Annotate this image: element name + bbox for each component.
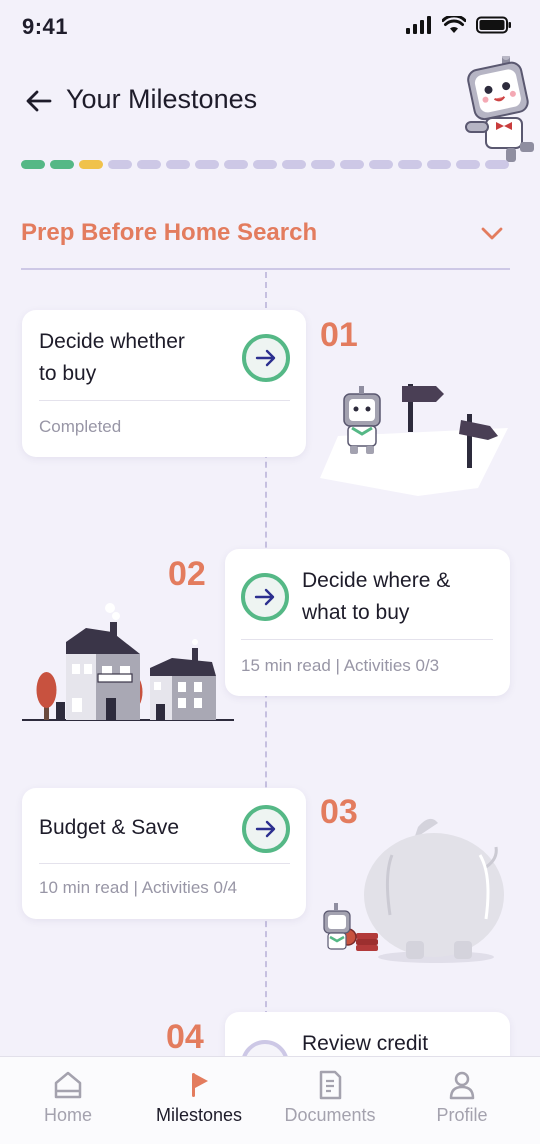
robot-mascot-icon: [465, 56, 534, 162]
status-time: 9:41: [22, 14, 69, 39]
milestone-meta: 10 min read | Activities 0/4: [39, 878, 238, 897]
nav-item-home[interactable]: Home: [3, 1057, 133, 1144]
milestone-number: 01: [320, 316, 358, 354]
milestone-title: Decide whether to buy: [39, 330, 185, 385]
milestone-title: Decide where & what to buy: [302, 569, 451, 624]
progress-segment: [427, 160, 451, 169]
milestone-arrow-button[interactable]: [241, 573, 289, 621]
milestone-title: Budget & Save: [39, 816, 180, 839]
houses-illustration-icon: [22, 603, 234, 721]
document-icon: [319, 1070, 342, 1100]
card-divider: [39, 400, 290, 401]
progress-segment: [79, 160, 103, 169]
nav-label: Documents: [284, 1105, 376, 1125]
progress-segment: [398, 160, 422, 169]
nav-item-milestones[interactable]: Milestones: [134, 1057, 264, 1144]
milestone-progress-bar: [21, 160, 509, 169]
section-header[interactable]: Prep Before Home Search: [21, 210, 510, 270]
milestone-arrow-button[interactable]: [242, 805, 290, 853]
status-icons: [406, 16, 512, 34]
home-icon: [54, 1071, 82, 1099]
milestone-card-1[interactable]: Decide whether to buy Completed: [22, 310, 306, 457]
milestone-arrow-button[interactable]: [242, 334, 290, 382]
chevron-down-icon[interactable]: [478, 220, 506, 248]
milestone-number: 04: [166, 1018, 204, 1056]
wifi-icon: [442, 16, 466, 33]
milestone-number: 02: [168, 555, 206, 593]
progress-segment: [166, 160, 190, 169]
milestone-card-2[interactable]: Decide where & what to buy 15 min read |…: [225, 549, 510, 696]
milestone-card-3[interactable]: Budget & Save 10 min read | Activities 0…: [22, 788, 306, 919]
progress-segment: [108, 160, 132, 169]
profile-icon: [449, 1071, 475, 1100]
progress-segment: [195, 160, 219, 169]
progress-segment: [282, 160, 306, 169]
back-arrow-icon[interactable]: [24, 86, 54, 116]
progress-segment: [137, 160, 161, 169]
nav-label: Profile: [436, 1105, 488, 1125]
milestone-meta: Completed: [39, 417, 122, 436]
header: Your Milestones: [0, 56, 540, 162]
progress-segment: [485, 160, 509, 169]
battery-icon: [476, 16, 511, 34]
nav-item-documents[interactable]: Documents: [265, 1057, 395, 1144]
progress-segment: [21, 160, 45, 169]
flag-icon: [192, 1073, 208, 1097]
piggy-bank-illustration-icon: [323, 818, 504, 963]
nav-label: Milestones: [155, 1105, 243, 1125]
progress-segment: [50, 160, 74, 169]
nav-label: Home: [43, 1105, 92, 1125]
status-bar: 9:41: [0, 0, 540, 56]
arrow-right-icon: [254, 588, 275, 606]
signpost-illustration-icon: [320, 384, 508, 496]
section-title: Prep Before Home Search: [21, 219, 318, 246]
card-divider: [39, 863, 290, 864]
progress-segment: [253, 160, 277, 169]
progress-segment: [311, 160, 335, 169]
milestone-meta: 15 min read | Activities 0/3: [241, 656, 440, 675]
card-divider: [241, 639, 493, 640]
progress-segment: [224, 160, 248, 169]
arrow-right-icon: [255, 820, 276, 838]
progress-segment: [340, 160, 364, 169]
arrow-right-icon: [255, 349, 276, 367]
bottom-nav: Home Milestones Documents Profile: [0, 1056, 540, 1144]
progress-segment: [369, 160, 393, 169]
page-title: Your Milestones: [66, 84, 258, 114]
nav-item-profile[interactable]: Profile: [397, 1057, 527, 1144]
signal-icon: [406, 16, 431, 34]
progress-segment: [456, 160, 480, 169]
